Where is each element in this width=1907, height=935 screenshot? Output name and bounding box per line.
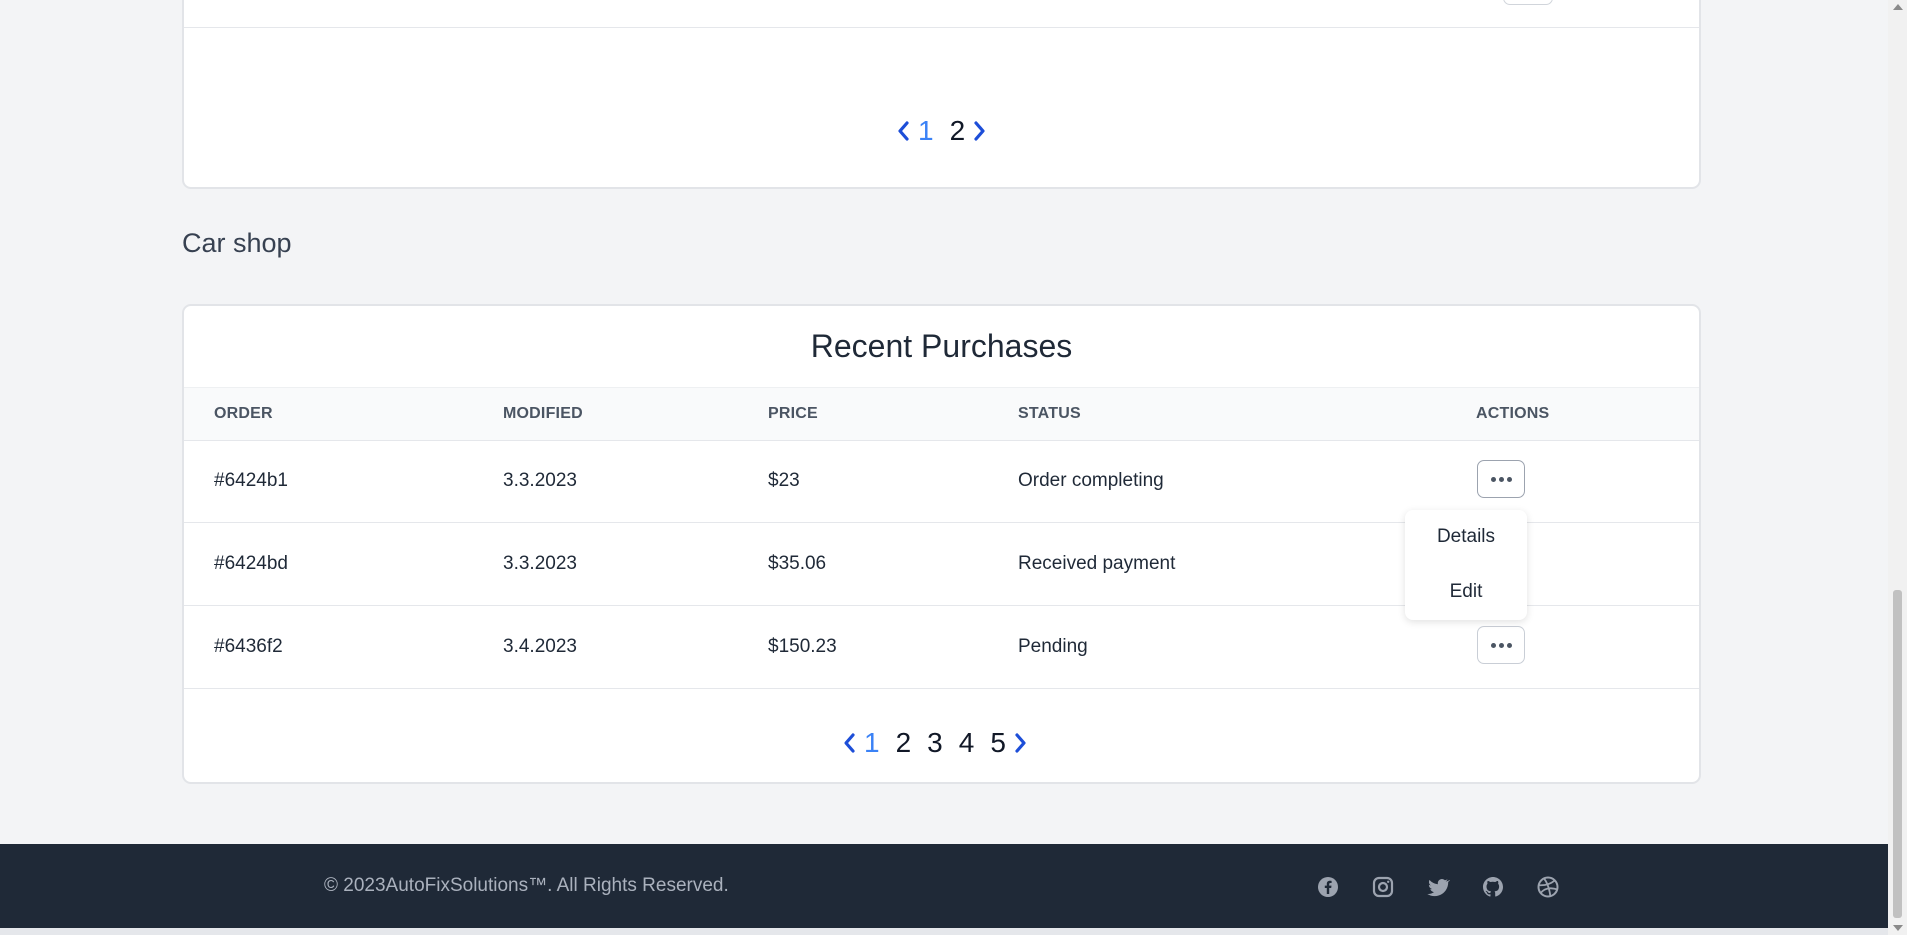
twitter-icon[interactable] <box>1426 875 1451 899</box>
row-actions-button[interactable] <box>1503 0 1553 5</box>
row-actions-button[interactable] <box>1477 460 1525 498</box>
status: Order completing <box>1018 470 1164 491</box>
scroll-up-icon[interactable] <box>1893 4 1903 10</box>
edit-menu-item[interactable]: Edit <box>1405 581 1527 603</box>
github-icon[interactable] <box>1481 875 1505 899</box>
more-dots-icon <box>1490 476 1512 482</box>
prev-page-icon[interactable] <box>842 732 856 754</box>
details-menu-item[interactable]: Details <box>1405 526 1527 548</box>
status: Received payment <box>1018 553 1176 574</box>
copyright-text: © 2023AutoFixSolutions™. All Rights Rese… <box>324 875 729 896</box>
page-link-1[interactable]: 1 <box>918 115 934 147</box>
row-divider <box>184 27 1699 28</box>
more-dots-icon <box>1490 642 1512 648</box>
order-id: #6436f2 <box>214 636 283 657</box>
order-id: #6424bd <box>214 553 288 574</box>
price: $35.06 <box>768 553 827 574</box>
modified-date: 3.3.2023 <box>503 553 577 574</box>
column-header-status: STATUS <box>1018 405 1081 422</box>
page-link-3[interactable]: 3 <box>927 727 943 759</box>
dribbble-icon[interactable] <box>1536 875 1560 899</box>
row-actions-button[interactable] <box>1477 626 1525 664</box>
card-title: Recent Purchases <box>810 328 1073 364</box>
facebook-icon[interactable] <box>1316 875 1340 899</box>
page-link-2[interactable]: 2 <box>896 727 912 759</box>
page-link-1[interactable]: 1 <box>864 727 880 759</box>
instagram-icon[interactable] <box>1371 875 1395 899</box>
column-header-price: PRICE <box>768 405 818 422</box>
modified-date: 3.4.2023 <box>503 636 577 657</box>
purchases-pagination: 1 2 3 4 5 <box>842 727 1028 759</box>
page: 1 2 Car shop Recent Purchases ORDER MODI… <box>0 0 1888 935</box>
actions-dropdown-menu: Details Edit <box>1405 510 1527 620</box>
top-pagination: 1 2 <box>896 115 987 147</box>
scroll-down-icon[interactable] <box>1893 925 1903 931</box>
column-header-modified: MODIFIED <box>503 405 583 422</box>
next-page-icon[interactable] <box>973 120 987 142</box>
table-header: ORDER MODIFIED PRICE STATUS ACTIONS <box>184 387 1699 441</box>
bottom-strip <box>0 928 1888 935</box>
modified-date: 3.3.2023 <box>503 470 577 491</box>
order-id: #6424b1 <box>214 470 288 491</box>
status: Pending <box>1018 636 1088 657</box>
next-page-icon[interactable] <box>1014 732 1028 754</box>
scrollbar-thumb[interactable] <box>1893 590 1902 918</box>
vertical-scrollbar[interactable] <box>1888 0 1907 935</box>
social-links <box>1316 875 1560 899</box>
page-link-4[interactable]: 4 <box>959 727 975 759</box>
prev-page-icon[interactable] <box>896 120 910 142</box>
page-link-2[interactable]: 2 <box>950 115 966 147</box>
page-link-5[interactable]: 5 <box>990 727 1006 759</box>
previous-table-card: 1 2 <box>182 0 1701 189</box>
section-title: Car shop <box>182 228 292 258</box>
price: $23 <box>768 470 800 491</box>
column-header-actions: ACTIONS <box>1476 405 1550 422</box>
footer: © 2023AutoFixSolutions™. All Rights Rese… <box>0 844 1888 935</box>
price: $150.23 <box>768 636 837 657</box>
column-header-order: ORDER <box>214 405 273 422</box>
